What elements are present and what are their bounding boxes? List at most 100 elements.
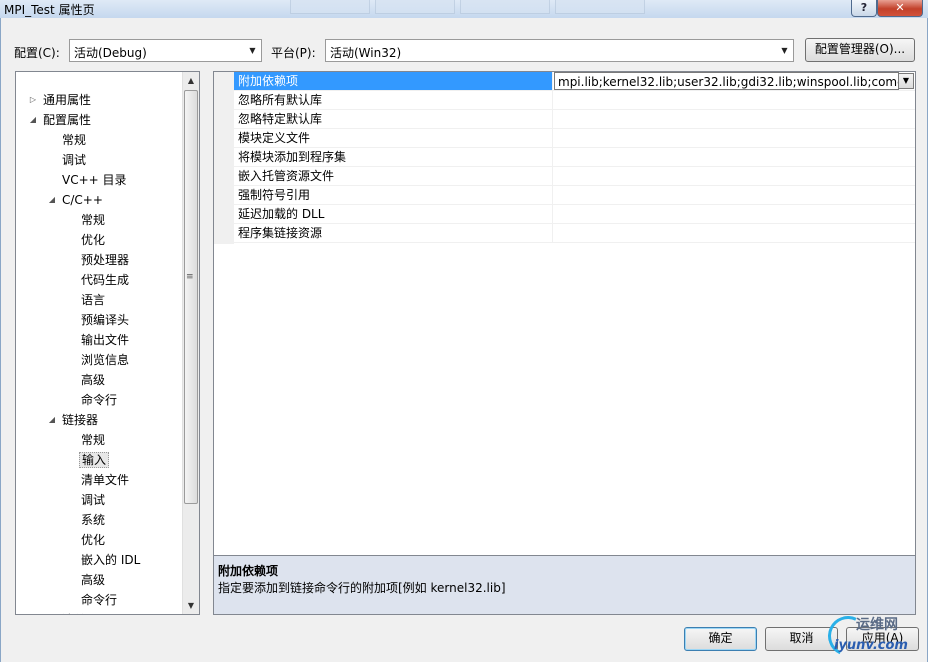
tree-item[interactable]: ▷清单工具 — [60, 610, 112, 614]
tree-item-label: 代码生成 — [81, 273, 130, 287]
property-name[interactable]: 忽略所有默认库 — [234, 91, 553, 109]
tree-item[interactable]: 输出文件 — [79, 330, 131, 350]
tree-item[interactable]: 预编译头 — [79, 310, 131, 330]
property-row[interactable]: 延迟加载的 DLL — [234, 205, 915, 224]
help-icon: ? — [860, 1, 868, 14]
collapse-arrow-icon[interactable]: ▷ — [27, 90, 39, 110]
scroll-up-icon[interactable]: ▲ — [183, 72, 199, 89]
property-name[interactable]: 模块定义文件 — [234, 129, 553, 147]
property-value[interactable] — [554, 224, 914, 242]
config-combobox[interactable]: 活动(Debug) ▼ — [69, 39, 262, 62]
collapse-arrow-icon[interactable]: ▷ — [46, 610, 58, 614]
property-value[interactable] — [554, 148, 914, 166]
config-label: 配置(C): — [14, 46, 60, 60]
cancel-button[interactable]: 取消 — [765, 627, 838, 651]
tree-item-label: 配置属性 — [43, 113, 92, 127]
window-title: MPI_Test 属性页 — [4, 3, 95, 17]
property-value[interactable] — [554, 167, 914, 185]
tree-item-label: 优化 — [81, 233, 106, 247]
chevron-down-icon[interactable]: ▼ — [244, 40, 261, 61]
tree-item-label: 浏览信息 — [81, 353, 130, 367]
scroll-thumb[interactable] — [184, 90, 198, 504]
tree-item[interactable]: 常规 — [60, 130, 88, 150]
tree-item-label: 常规 — [62, 133, 87, 147]
tree-item[interactable]: 命令行 — [79, 590, 119, 610]
tree-item-label: 预处理器 — [81, 253, 130, 267]
property-name[interactable]: 嵌入托管资源文件 — [234, 167, 553, 185]
property-row[interactable]: 嵌入托管资源文件 — [234, 167, 915, 186]
tree-item[interactable]: 常规 — [79, 430, 107, 450]
property-row[interactable]: 附加依赖项 mpi.lib;kernel32.lib;user32.lib;gdi… — [234, 72, 915, 91]
property-name[interactable]: 将模块添加到程序集 — [234, 148, 553, 166]
tree-item-label: 链接器 — [62, 413, 99, 427]
property-value[interactable] — [554, 91, 914, 109]
property-value[interactable] — [554, 205, 914, 223]
expand-arrow-icon[interactable]: ◢ — [27, 110, 39, 130]
tree-item[interactable]: ◢ 配置属性 — [30, 110, 93, 130]
property-grid[interactable]: 附加依赖项 mpi.lib;kernel32.lib;user32.lib;gdi… — [213, 71, 916, 571]
tree-item[interactable]: 命令行 — [79, 390, 119, 410]
tree-item[interactable]: 清单文件 — [79, 470, 131, 490]
property-value[interactable] — [554, 129, 914, 147]
title-bar: MPI_Test 属性页 ? ✕ — [0, 0, 928, 18]
property-row[interactable]: 模块定义文件 — [234, 129, 915, 148]
chevron-down-icon[interactable]: ▼ — [776, 40, 793, 61]
tree-item[interactable]: 浏览信息 — [79, 350, 131, 370]
tree-item[interactable]: 输入 — [79, 450, 110, 470]
config-manager-button[interactable]: 配置管理器(O)... — [805, 38, 915, 62]
tree-item[interactable]: 优化 — [79, 530, 107, 550]
expand-arrow-icon[interactable]: ◢ — [46, 190, 58, 210]
property-value[interactable]: mpi.lib;kernel32.lib;user32.lib;gdi32.li… — [554, 72, 899, 90]
tree-item[interactable]: VC++ 目录 — [60, 170, 129, 190]
close-button[interactable]: ✕ — [877, 0, 923, 17]
tree-item-label: C/C++ — [62, 193, 103, 207]
tree-item[interactable]: ◢ 链接器 — [49, 410, 100, 430]
grip-icon: ≡ — [186, 272, 194, 282]
property-row[interactable]: 忽略所有默认库 — [234, 91, 915, 110]
tree-item-label: 命令行 — [81, 393, 118, 407]
tree-item[interactable]: 调试 — [79, 490, 107, 510]
help-button[interactable]: ? — [851, 0, 877, 17]
property-name[interactable]: 附加依赖项 — [234, 72, 553, 90]
apply-button[interactable]: 应用(A) — [846, 627, 919, 651]
tree-item[interactable]: 常规 — [79, 210, 107, 230]
tree-item[interactable]: ▷ 通用属性 — [30, 90, 93, 110]
tree-item[interactable]: 高级 — [79, 370, 107, 390]
tree-item[interactable]: ◢ C/C++ — [49, 190, 105, 210]
tree-item-label: 语言 — [81, 293, 106, 307]
property-name[interactable]: 强制符号引用 — [234, 186, 553, 204]
property-row[interactable]: 忽略特定默认库 — [234, 110, 915, 129]
tree-item-label: 预编译头 — [81, 313, 130, 327]
platform-label: 平台(P): — [271, 46, 316, 60]
property-name[interactable]: 延迟加载的 DLL — [234, 205, 553, 223]
tree-item[interactable]: 代码生成 — [79, 270, 131, 290]
tree-item[interactable]: 高级 — [79, 570, 107, 590]
property-name[interactable]: 程序集链接资源 — [234, 224, 553, 242]
property-row[interactable]: 将模块添加到程序集 — [234, 148, 915, 167]
description-panel: 附加依赖项 指定要添加到链接命令行的附加项[例如 kernel32.lib] — [213, 555, 916, 615]
property-row[interactable]: 强制符号引用 — [234, 186, 915, 205]
background-tab-ghost — [460, 0, 550, 14]
tree-item-label: 通用属性 — [43, 93, 92, 107]
config-value: 活动(Debug) — [74, 46, 147, 60]
tree-item[interactable]: 系统 — [79, 510, 107, 530]
expand-arrow-icon[interactable]: ◢ — [46, 410, 58, 430]
scroll-down-icon[interactable]: ▼ — [183, 597, 199, 614]
property-name[interactable]: 忽略特定默认库 — [234, 110, 553, 128]
value-dropdown-icon[interactable]: ▼ — [898, 73, 914, 89]
description-text: 指定要添加到链接命令行的附加项[例如 kernel32.lib] — [218, 581, 506, 595]
tree-item[interactable]: 调试 — [60, 150, 88, 170]
property-tree[interactable]: ▷ 通用属性 ◢ 配置属性 常规 调试 VC++ 目录 ◢ C/C++ 常规 优化 预处理器 代码生成语… — [15, 71, 200, 615]
tree-item[interactable]: 预处理器 — [79, 250, 131, 270]
close-icon: ✕ — [895, 1, 905, 14]
property-value[interactable] — [554, 186, 914, 204]
platform-combobox[interactable]: 活动(Win32) ▼ — [325, 39, 794, 62]
property-value[interactable] — [554, 110, 914, 128]
tree-item[interactable]: 语言 — [79, 290, 107, 310]
tree-item-label: 优化 — [81, 533, 106, 547]
tree-item[interactable]: 优化 — [79, 230, 107, 250]
ok-button[interactable]: 确定 — [684, 627, 757, 651]
tree-item[interactable]: 嵌入的 IDL — [79, 550, 142, 570]
property-row[interactable]: 程序集链接资源 — [234, 224, 915, 243]
tree-scrollbar[interactable]: ▲ ≡ ▼ — [182, 72, 199, 614]
